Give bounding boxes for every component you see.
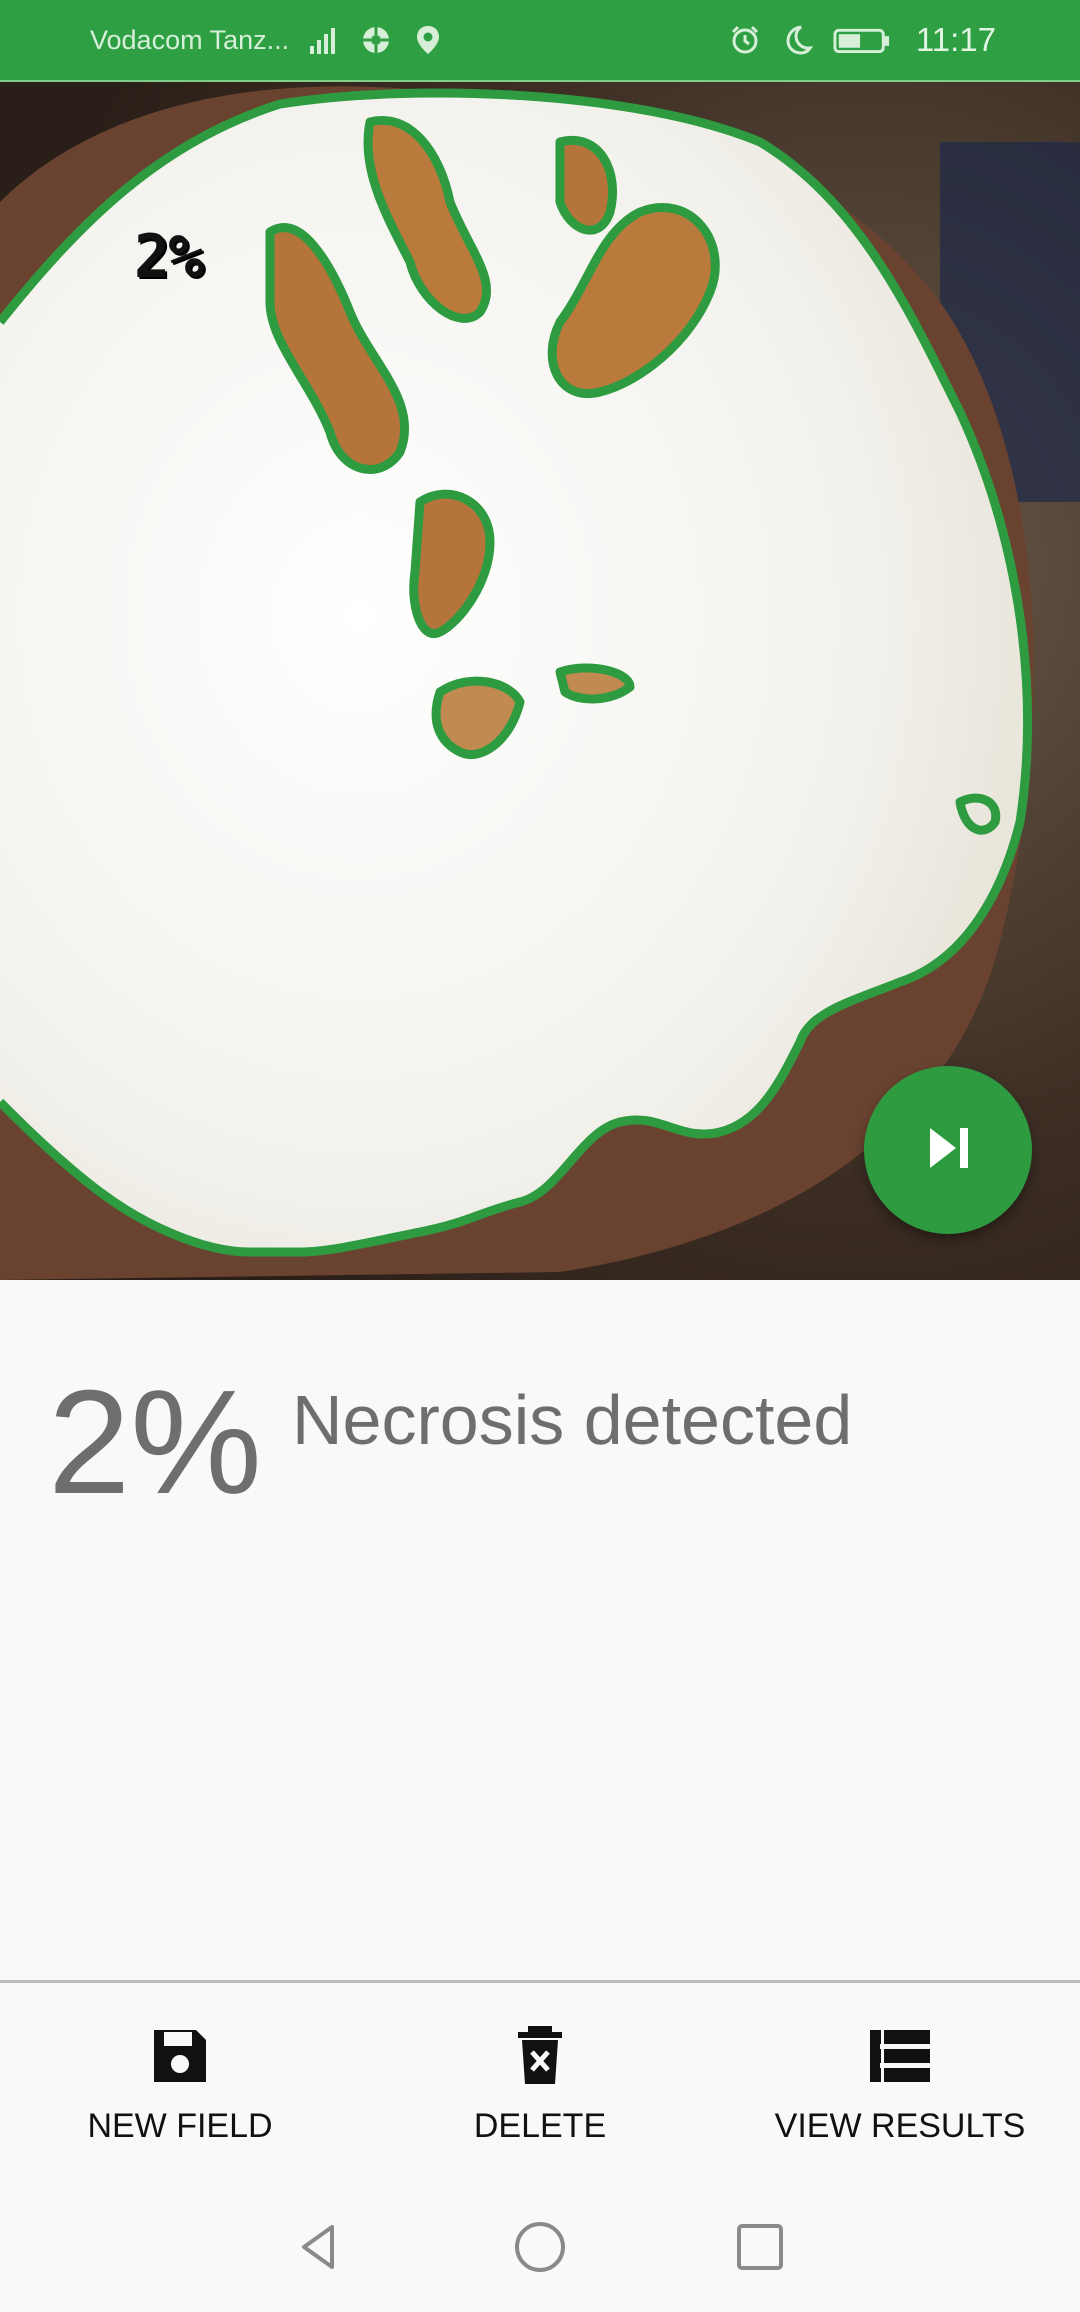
back-icon [292, 2219, 348, 2280]
delete-label: DELETE [473, 2107, 607, 2145]
bottom-action-bar: NEW FIELD DELETE VIEW RESULTS [0, 1983, 1080, 2187]
recents-icon [732, 2219, 788, 2280]
next-image-button[interactable] [864, 1066, 1032, 1234]
view-results-label: VIEW RESULTS [774, 2107, 1026, 2145]
delete-button[interactable]: DELETE [360, 1983, 720, 2187]
data-roaming-icon [359, 23, 393, 57]
status-left: Vodacom Tanz... [90, 23, 445, 57]
skip-next-icon [922, 1122, 974, 1179]
moon-icon [780, 23, 814, 57]
home-button[interactable] [510, 2220, 570, 2280]
system-navigation [0, 2187, 1080, 2312]
new-field-button[interactable]: NEW FIELD [0, 1983, 360, 2187]
result-panel: 2% Necrosis detected [0, 1280, 1080, 1980]
status-bar: Vodacom Tanz... 11:17 [0, 0, 1080, 82]
overlay-percent: 2% [134, 222, 204, 292]
signal-icon [307, 23, 341, 57]
delete-icon [508, 2024, 572, 2093]
home-icon [512, 2219, 568, 2280]
new-field-label: NEW FIELD [87, 2107, 273, 2145]
clock: 11:17 [915, 21, 996, 58]
necrosis-percent: 2% [48, 1360, 262, 1525]
recents-button[interactable] [730, 2220, 790, 2280]
list-icon [868, 2024, 932, 2093]
status-right: 11:17 [728, 21, 996, 59]
battery-icon [832, 23, 892, 57]
analyzed-photo: 2% [0, 82, 1080, 1280]
carrier-name: Vodacom Tanz... [90, 24, 290, 55]
view-results-button[interactable]: VIEW RESULTS [720, 1983, 1080, 2187]
save-icon [148, 2024, 212, 2093]
back-button[interactable] [290, 2220, 350, 2280]
location-icon [411, 23, 445, 57]
result-label: Necrosis detected [292, 1381, 853, 1459]
alarm-icon [728, 23, 762, 57]
